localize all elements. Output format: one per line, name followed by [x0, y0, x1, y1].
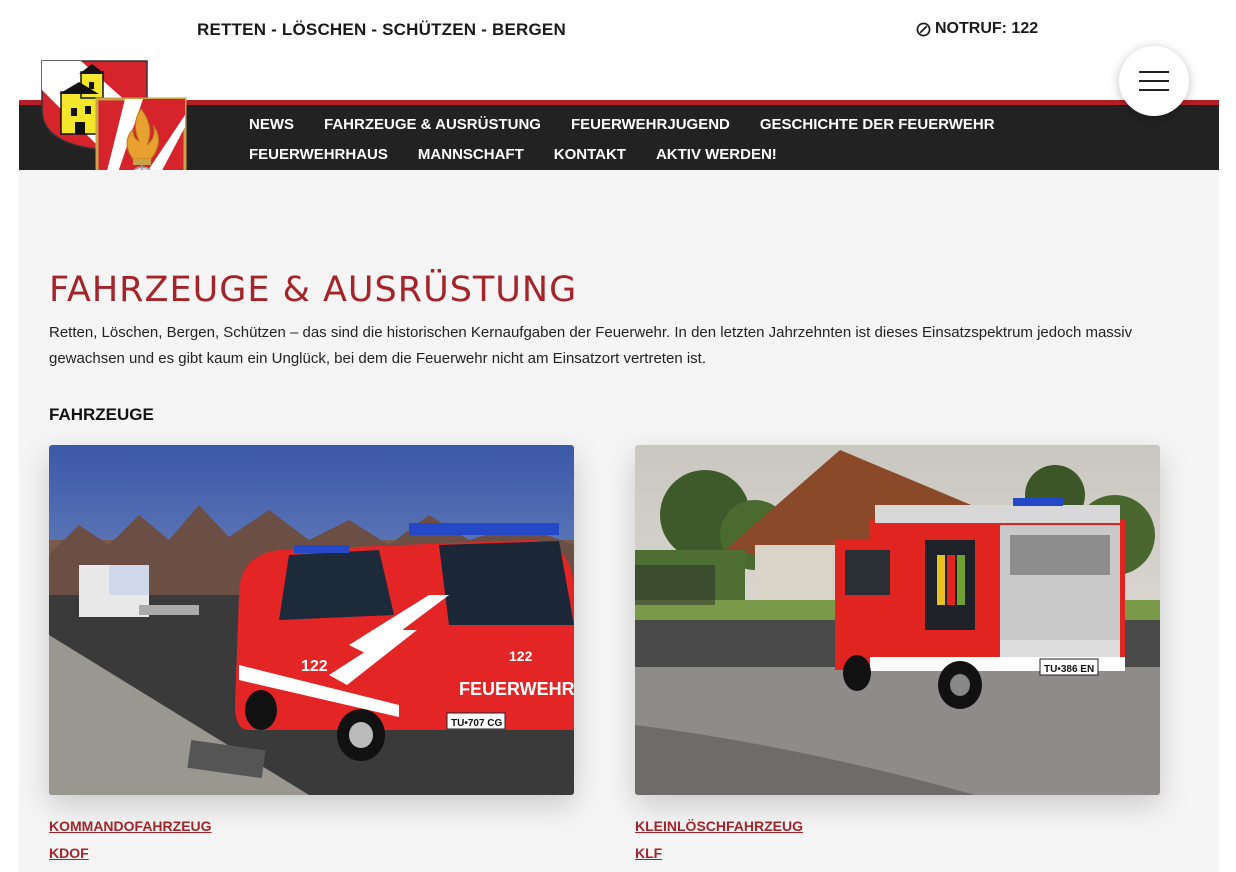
van-door-text: FEUERWEHR	[459, 679, 574, 699]
main-content: FAHRZEUGE & AUSRÜSTUNG Retten, Löschen, …	[19, 170, 1219, 872]
section-title: FAHRZEUGE	[49, 405, 154, 424]
emergency-label: NOTRUF: 122	[935, 20, 1039, 37]
page-title: FAHRZEUGE & AUSRÜSTUNG	[49, 270, 578, 310]
header-slogan: RETTEN - LÖSCHEN - SCHÜTZEN - BERGEN	[197, 20, 566, 39]
van-number-rear: 122	[509, 648, 533, 664]
vehicle-link-kdof-name[interactable]: KOMMANDOFAHRZEUG	[49, 813, 574, 840]
vehicle-link-klf-abbr[interactable]: KLF	[635, 840, 1160, 867]
vehicle-photo-kdof[interactable]: FEUERWEHR 122 122 TU•707 CG	[49, 445, 574, 795]
emergency-number[interactable]: NOTRUF: 122	[916, 20, 1038, 38]
nav-item-fahrzeuge[interactable]: FAHRZEUGE & AUSRÜSTUNG	[324, 110, 541, 140]
nav-item-news[interactable]: NEWS	[249, 110, 294, 140]
nav-item-feuerwehrjugend[interactable]: FEUERWEHRJUGEND	[571, 110, 730, 140]
menu-icon	[1139, 80, 1169, 82]
phone-icon	[916, 22, 931, 36]
nav-item-mannschaft[interactable]: MANNSCHAFT	[418, 140, 524, 170]
van-number-side: 122	[301, 658, 328, 675]
van-license-plate: TU•707 CG	[451, 718, 503, 729]
vehicle-link-klf-name[interactable]: KLEINLÖSCHFAHRZEUG	[635, 813, 1160, 840]
nav-item-kontakt[interactable]: KONTAKT	[554, 140, 626, 170]
intro-text: Retten, Löschen, Bergen, Schützen – das …	[49, 324, 1133, 367]
main-navigation: NEWS FAHRZEUGE & AUSRÜSTUNG FEUERWEHRJUG…	[19, 100, 1219, 170]
top-bar: RETTEN - LÖSCHEN - SCHÜTZEN - BERGEN NOT…	[0, 0, 1236, 60]
menu-icon	[1139, 71, 1169, 73]
vehicle-card-klf: TU•386 EN KLEINLÖSCHFAHRZEUG KLF	[635, 445, 1160, 867]
vehicle-photo-klf[interactable]: TU•386 EN	[635, 445, 1160, 795]
nav-item-aktiv-werden[interactable]: AKTIV WERDEN!	[656, 140, 777, 170]
menu-icon	[1139, 89, 1169, 91]
nav-item-geschichte[interactable]: GESCHICHTE DER FEUERWEHR	[760, 110, 995, 140]
nav-item-feuerwehrhaus[interactable]: FEUERWEHRHAUS	[249, 140, 388, 170]
vehicle-card-kdof: FEUERWEHR 122 122 TU•707 CG KOMMANDOFAHR…	[49, 445, 574, 867]
vehicle-link-kdof-abbr[interactable]: KDOF	[49, 840, 574, 867]
fire-van-photo: FEUERWEHR 122 122 TU•707 CG	[49, 445, 574, 795]
nav-menu: NEWS FAHRZEUGE & AUSRÜSTUNG FEUERWEHRJUG…	[249, 110, 1169, 170]
menu-toggle-button[interactable]	[1119, 46, 1189, 116]
truck-license-plate: TU•386 EN	[1044, 664, 1094, 675]
fire-truck-photo: TU•386 EN	[635, 445, 1160, 795]
